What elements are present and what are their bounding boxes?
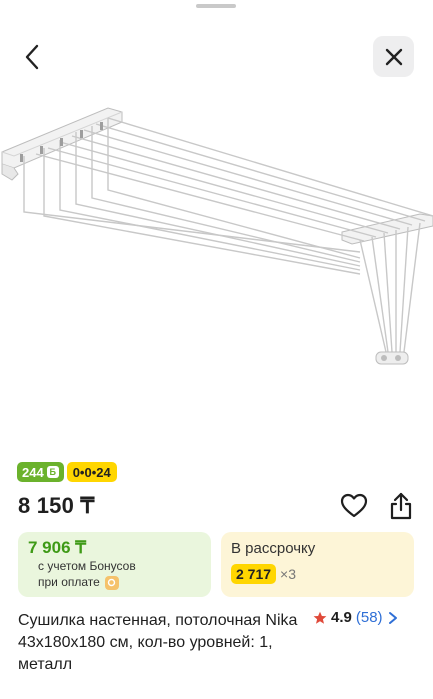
rating-link[interactable]: 4.9 (58) xyxy=(313,609,399,626)
bonus-price-card[interactable]: 7 906 ₸ с учетом Бонусов при оплате xyxy=(18,532,211,597)
star-icon xyxy=(313,611,327,624)
installment-title: В рассрочку xyxy=(231,540,316,557)
installment-card[interactable]: В рассрочку 2 717 ×3 xyxy=(221,532,414,597)
product-image[interactable] xyxy=(0,90,433,390)
share-icon[interactable] xyxy=(387,491,415,521)
rating-value: 4.9 xyxy=(331,609,352,626)
installment-amount: 2 717 xyxy=(231,564,277,584)
rating-count: (58) xyxy=(355,609,383,626)
bonus-desc-line2-row: при оплате xyxy=(38,574,201,591)
close-button[interactable] xyxy=(373,36,414,77)
bonus-badge-value: 244 xyxy=(22,464,44,480)
product-title: Сушилка настенная, потолочная Nika 43x18… xyxy=(18,612,298,673)
installment-row: 2 717 ×3 xyxy=(231,564,404,584)
product-price: 8 150 ₸ xyxy=(18,493,95,518)
back-arrow-icon xyxy=(25,44,39,70)
bonus-badge: 244 Б xyxy=(17,462,64,482)
payment-bonus-icon xyxy=(104,575,119,590)
bonus-icon: Б xyxy=(46,466,59,478)
chevron-right-icon xyxy=(388,611,397,624)
heart-icon[interactable] xyxy=(340,492,368,520)
bonus-desc-line2: при оплате xyxy=(38,575,100,589)
installment-times: ×3 xyxy=(280,566,297,582)
sheet-drag-handle[interactable] xyxy=(196,4,236,8)
back-button[interactable] xyxy=(14,38,52,76)
bonus-price: 7 906 ₸ xyxy=(28,538,87,557)
installment-badge: 0•0•24 xyxy=(66,462,117,482)
close-icon xyxy=(385,48,402,65)
badges-row: 244 Б 0•0•24 xyxy=(17,462,117,482)
bonus-desc-line1: с учетом Бонусов xyxy=(38,559,136,573)
